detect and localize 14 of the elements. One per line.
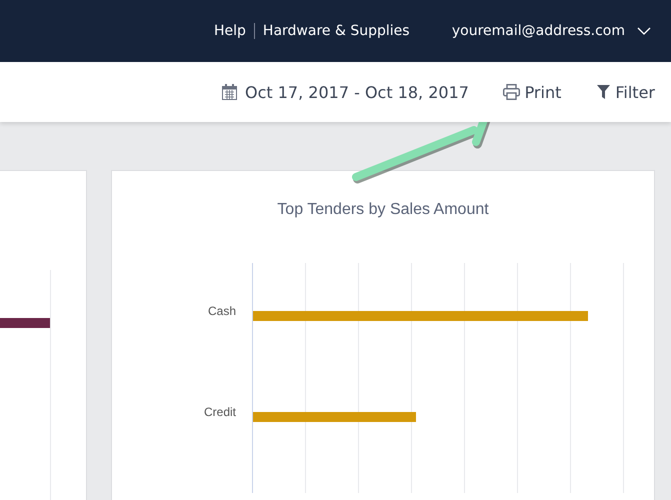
calendar-icon bbox=[222, 84, 237, 100]
category-label: Cash bbox=[208, 304, 236, 318]
chevron-down-icon bbox=[637, 26, 651, 36]
account-menu[interactable]: youremail@address.com bbox=[452, 23, 651, 39]
printer-icon bbox=[502, 84, 520, 100]
category-label: Credit bbox=[204, 405, 236, 419]
filter-button[interactable]: Filter bbox=[597, 82, 655, 102]
nav-link[interactable]: Help bbox=[214, 23, 246, 39]
date-range-picker[interactable]: Oct 17, 2017 - Oct 18, 2017 bbox=[222, 82, 469, 102]
print-button[interactable]: Print bbox=[502, 82, 562, 102]
chart-title: Top Tenders by Sales Amount bbox=[276, 201, 490, 219]
nav-link[interactable]: Hardware & Supplies bbox=[262, 23, 410, 39]
bar bbox=[0, 318, 50, 328]
filter-icon bbox=[597, 85, 610, 99]
